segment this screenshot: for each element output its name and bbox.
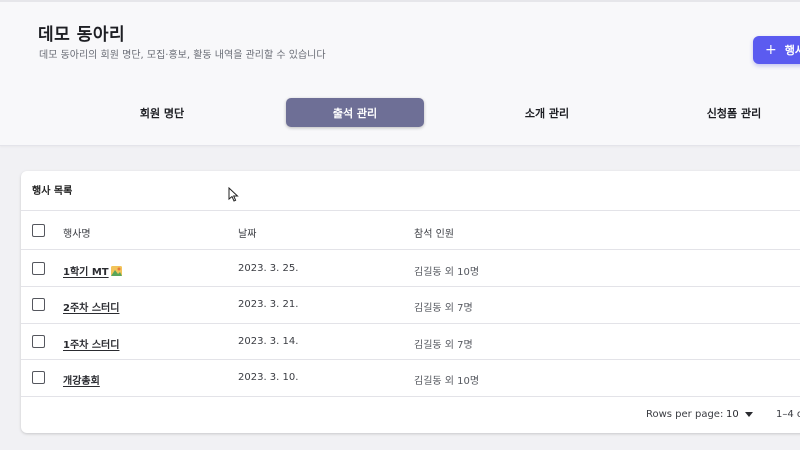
rows-per-page-select[interactable]: 10: [726, 409, 753, 420]
header-divider: [0, 0, 800, 2]
event-date: 2023. 3. 10.: [238, 372, 299, 383]
tab-application-form[interactable]: 신청폼 관리: [672, 98, 796, 127]
divider: [21, 249, 800, 250]
column-header-attendees[interactable]: 참석 인원: [414, 225, 454, 240]
event-name-link[interactable]: 개강총회: [63, 376, 100, 387]
rows-per-page-label: Rows per page:: [646, 409, 724, 420]
event-date: 2023. 3. 21.: [238, 299, 299, 310]
event-attendees: 김길동 외 7명: [414, 303, 473, 314]
table-title: 행사 목록: [32, 186, 73, 197]
row-checkbox[interactable]: [32, 335, 45, 348]
mouse-cursor-icon: [228, 187, 239, 202]
table-row: 1학기 MT: [63, 263, 122, 278]
event-table-card: 행사 목록 행사명 날짜 참석 인원 1학기 MT 2023. 3. 25. 김…: [21, 171, 800, 433]
event-attendees: 김길동 외 7명: [414, 340, 473, 351]
landscape-emoji-icon: [110, 266, 122, 276]
event-attendees: 김길동 외 10명: [414, 267, 480, 278]
caret-down-icon: [744, 412, 753, 417]
divider: [21, 396, 800, 397]
divider: [21, 210, 800, 211]
divider: [21, 359, 800, 360]
club-header: 데모 동아리 데모 동아리의 회원 명단, 모집·홍보, 활동 내역을 관리할 …: [0, 0, 800, 146]
divider: [21, 323, 800, 324]
table-row: 2주차 스터디: [63, 299, 119, 314]
select-all-checkbox[interactable]: [32, 224, 45, 237]
event-attendees: 김길동 외 10명: [414, 376, 480, 387]
row-checkbox[interactable]: [32, 262, 45, 275]
column-header-name[interactable]: 행사명: [63, 225, 91, 240]
tab-bar: 회원 명단 출석 관리 소개 관리 신청폼 관리: [0, 98, 800, 128]
plus-icon: +: [765, 42, 777, 58]
page-description: 데모 동아리의 회원 명단, 모집·홍보, 활동 내역을 관리할 수 있습니다: [39, 50, 326, 61]
tab-attendance[interactable]: 출석 관리: [286, 98, 424, 127]
event-date: 2023. 3. 25.: [238, 263, 299, 274]
divider: [21, 286, 800, 287]
row-checkbox[interactable]: [32, 371, 45, 384]
event-name-link[interactable]: 2주차 스터디: [63, 303, 119, 314]
row-checkbox[interactable]: [32, 298, 45, 311]
pagination-range: 1–4 of 4: [776, 409, 800, 420]
event-date: 2023. 3. 14.: [238, 336, 299, 347]
add-event-label: 행사: [784, 44, 800, 57]
rows-per-page-value: 10: [726, 409, 739, 420]
event-name-link[interactable]: 1학기 MT: [63, 267, 109, 278]
event-name-link[interactable]: 1주차 스터디: [63, 340, 119, 351]
column-header-date[interactable]: 날짜: [238, 225, 256, 240]
add-event-button[interactable]: + 행사: [753, 36, 800, 64]
table-row: 개강총회: [63, 372, 100, 387]
table-row: 1주차 스터디: [63, 336, 119, 351]
tab-member-list[interactable]: 회원 명단: [100, 98, 224, 127]
tab-intro[interactable]: 소개 관리: [485, 98, 609, 127]
page-title: 데모 동아리: [38, 25, 126, 45]
